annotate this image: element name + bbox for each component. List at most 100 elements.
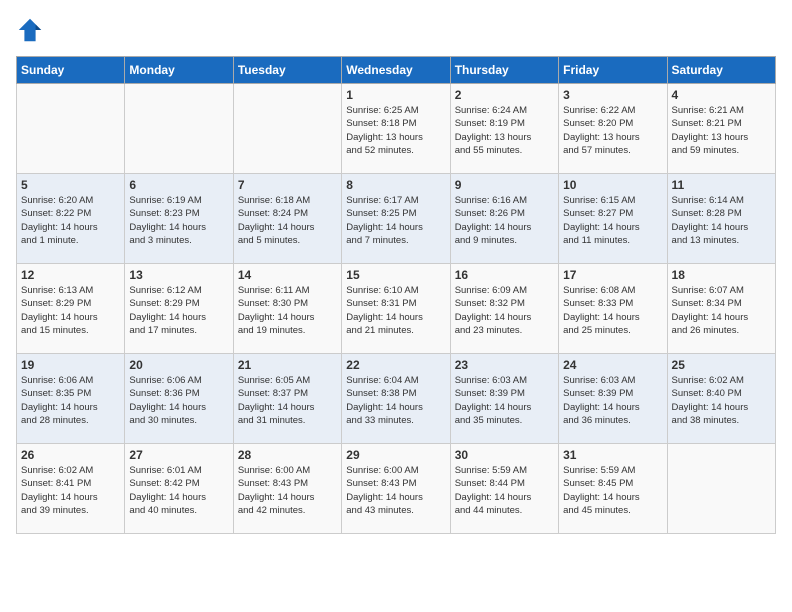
day-number: 7 bbox=[238, 178, 337, 192]
calendar-cell: 22 Sunrise: 6:04 AM Sunset: 8:38 PM Dayli… bbox=[342, 354, 450, 444]
day-info: Sunrise: 6:21 AM Sunset: 8:21 PM Dayligh… bbox=[672, 104, 771, 157]
calendar-cell: 20 Sunrise: 6:06 AM Sunset: 8:36 PM Dayli… bbox=[125, 354, 233, 444]
logo-icon bbox=[16, 16, 44, 44]
day-number: 4 bbox=[672, 88, 771, 102]
calendar-cell: 21 Sunrise: 6:05 AM Sunset: 8:37 PM Dayli… bbox=[233, 354, 341, 444]
weekday-header-monday: Monday bbox=[125, 57, 233, 84]
calendar-cell: 8 Sunrise: 6:17 AM Sunset: 8:25 PM Daylig… bbox=[342, 174, 450, 264]
calendar-cell: 17 Sunrise: 6:08 AM Sunset: 8:33 PM Dayli… bbox=[559, 264, 667, 354]
day-info: Sunrise: 6:08 AM Sunset: 8:33 PM Dayligh… bbox=[563, 284, 662, 337]
day-number: 5 bbox=[21, 178, 120, 192]
day-info: Sunrise: 6:06 AM Sunset: 8:35 PM Dayligh… bbox=[21, 374, 120, 427]
day-number: 2 bbox=[455, 88, 554, 102]
day-number: 27 bbox=[129, 448, 228, 462]
day-info: Sunrise: 6:17 AM Sunset: 8:25 PM Dayligh… bbox=[346, 194, 445, 247]
calendar-cell bbox=[233, 84, 341, 174]
calendar-cell: 12 Sunrise: 6:13 AM Sunset: 8:29 PM Dayli… bbox=[17, 264, 125, 354]
calendar-cell: 15 Sunrise: 6:10 AM Sunset: 8:31 PM Dayli… bbox=[342, 264, 450, 354]
day-number: 29 bbox=[346, 448, 445, 462]
calendar-cell: 29Sunrise: 6:00 AM Sunset: 8:43 PM Dayli… bbox=[342, 444, 450, 534]
calendar-cell bbox=[17, 84, 125, 174]
calendar-cell: 10Sunrise: 6:15 AM Sunset: 8:27 PM Dayli… bbox=[559, 174, 667, 264]
day-info: Sunrise: 6:11 AM Sunset: 8:30 PM Dayligh… bbox=[238, 284, 337, 337]
weekday-header-tuesday: Tuesday bbox=[233, 57, 341, 84]
day-info: Sunrise: 5:59 AM Sunset: 8:45 PM Dayligh… bbox=[563, 464, 662, 517]
day-info: Sunrise: 6:14 AM Sunset: 8:28 PM Dayligh… bbox=[672, 194, 771, 247]
calendar-cell: 26 Sunrise: 6:02 AM Sunset: 8:41 PM Dayli… bbox=[17, 444, 125, 534]
day-info: Sunrise: 6:10 AM Sunset: 8:31 PM Dayligh… bbox=[346, 284, 445, 337]
week-row-4: 19 Sunrise: 6:06 AM Sunset: 8:35 PM Dayli… bbox=[17, 354, 776, 444]
calendar-cell: 19 Sunrise: 6:06 AM Sunset: 8:35 PM Dayli… bbox=[17, 354, 125, 444]
day-info: Sunrise: 6:25 AM Sunset: 8:18 PM Dayligh… bbox=[346, 104, 445, 157]
day-number: 8 bbox=[346, 178, 445, 192]
calendar-cell: 3 Sunrise: 6:22 AM Sunset: 8:20 PM Daylig… bbox=[559, 84, 667, 174]
day-info: Sunrise: 6:03 AM Sunset: 8:39 PM Dayligh… bbox=[563, 374, 662, 427]
day-info: Sunrise: 6:05 AM Sunset: 8:37 PM Dayligh… bbox=[238, 374, 337, 427]
day-info: Sunrise: 6:02 AM Sunset: 8:41 PM Dayligh… bbox=[21, 464, 120, 517]
day-info: Sunrise: 6:09 AM Sunset: 8:32 PM Dayligh… bbox=[455, 284, 554, 337]
day-info: Sunrise: 6:18 AM Sunset: 8:24 PM Dayligh… bbox=[238, 194, 337, 247]
day-number: 20 bbox=[129, 358, 228, 372]
calendar-cell: 2Sunrise: 6:24 AM Sunset: 8:19 PM Daylig… bbox=[450, 84, 558, 174]
day-info: Sunrise: 6:02 AM Sunset: 8:40 PM Dayligh… bbox=[672, 374, 771, 427]
day-number: 22 bbox=[346, 358, 445, 372]
day-info: Sunrise: 6:13 AM Sunset: 8:29 PM Dayligh… bbox=[21, 284, 120, 337]
calendar-cell: 25 Sunrise: 6:02 AM Sunset: 8:40 PM Dayli… bbox=[667, 354, 775, 444]
weekday-header-friday: Friday bbox=[559, 57, 667, 84]
day-number: 3 bbox=[563, 88, 662, 102]
day-info: Sunrise: 6:00 AM Sunset: 8:43 PM Dayligh… bbox=[238, 464, 337, 517]
calendar-cell bbox=[667, 444, 775, 534]
day-number: 18 bbox=[672, 268, 771, 282]
day-info: Sunrise: 6:06 AM Sunset: 8:36 PM Dayligh… bbox=[129, 374, 228, 427]
day-number: 19 bbox=[21, 358, 120, 372]
calendar-cell: 7 Sunrise: 6:18 AM Sunset: 8:24 PM Daylig… bbox=[233, 174, 341, 264]
day-number: 15 bbox=[346, 268, 445, 282]
calendar-cell: 28 Sunrise: 6:00 AM Sunset: 8:43 PM Dayli… bbox=[233, 444, 341, 534]
weekday-header-wednesday: Wednesday bbox=[342, 57, 450, 84]
day-number: 14 bbox=[238, 268, 337, 282]
day-number: 26 bbox=[21, 448, 120, 462]
day-info: Sunrise: 6:22 AM Sunset: 8:20 PM Dayligh… bbox=[563, 104, 662, 157]
day-info: Sunrise: 5:59 AM Sunset: 8:44 PM Dayligh… bbox=[455, 464, 554, 517]
day-info: Sunrise: 6:19 AM Sunset: 8:23 PM Dayligh… bbox=[129, 194, 228, 247]
day-number: 24 bbox=[563, 358, 662, 372]
day-number: 13 bbox=[129, 268, 228, 282]
weekday-header-row: SundayMondayTuesdayWednesdayThursdayFrid… bbox=[17, 57, 776, 84]
calendar-cell: 5 Sunrise: 6:20 AM Sunset: 8:22 PM Daylig… bbox=[17, 174, 125, 264]
day-number: 10 bbox=[563, 178, 662, 192]
weekday-header-saturday: Saturday bbox=[667, 57, 775, 84]
logo bbox=[16, 16, 48, 44]
day-number: 16 bbox=[455, 268, 554, 282]
week-row-1: 1 Sunrise: 6:25 AM Sunset: 8:18 PM Daylig… bbox=[17, 84, 776, 174]
week-row-3: 12 Sunrise: 6:13 AM Sunset: 8:29 PM Dayli… bbox=[17, 264, 776, 354]
calendar-cell: 11 Sunrise: 6:14 AM Sunset: 8:28 PM Dayli… bbox=[667, 174, 775, 264]
day-number: 21 bbox=[238, 358, 337, 372]
day-number: 6 bbox=[129, 178, 228, 192]
calendar-cell: 27 Sunrise: 6:01 AM Sunset: 8:42 PM Dayli… bbox=[125, 444, 233, 534]
day-number: 25 bbox=[672, 358, 771, 372]
day-number: 30 bbox=[455, 448, 554, 462]
weekday-header-thursday: Thursday bbox=[450, 57, 558, 84]
day-info: Sunrise: 6:07 AM Sunset: 8:34 PM Dayligh… bbox=[672, 284, 771, 337]
day-info: Sunrise: 6:20 AM Sunset: 8:22 PM Dayligh… bbox=[21, 194, 120, 247]
day-number: 28 bbox=[238, 448, 337, 462]
day-number: 11 bbox=[672, 178, 771, 192]
day-info: Sunrise: 6:01 AM Sunset: 8:42 PM Dayligh… bbox=[129, 464, 228, 517]
day-number: 23 bbox=[455, 358, 554, 372]
calendar-table: SundayMondayTuesdayWednesdayThursdayFrid… bbox=[16, 56, 776, 534]
day-number: 1 bbox=[346, 88, 445, 102]
day-info: Sunrise: 6:03 AM Sunset: 8:39 PM Dayligh… bbox=[455, 374, 554, 427]
calendar-cell: 4 Sunrise: 6:21 AM Sunset: 8:21 PM Daylig… bbox=[667, 84, 775, 174]
day-number: 31 bbox=[563, 448, 662, 462]
day-number: 17 bbox=[563, 268, 662, 282]
calendar-cell: 9Sunrise: 6:16 AM Sunset: 8:26 PM Daylig… bbox=[450, 174, 558, 264]
day-number: 12 bbox=[21, 268, 120, 282]
calendar-cell: 13Sunrise: 6:12 AM Sunset: 8:29 PM Dayli… bbox=[125, 264, 233, 354]
calendar-cell bbox=[125, 84, 233, 174]
page-header bbox=[16, 16, 776, 44]
day-info: Sunrise: 6:04 AM Sunset: 8:38 PM Dayligh… bbox=[346, 374, 445, 427]
calendar-cell: 24 Sunrise: 6:03 AM Sunset: 8:39 PM Dayli… bbox=[559, 354, 667, 444]
day-number: 9 bbox=[455, 178, 554, 192]
calendar-cell: 31 Sunrise: 5:59 AM Sunset: 8:45 PM Dayli… bbox=[559, 444, 667, 534]
week-row-2: 5 Sunrise: 6:20 AM Sunset: 8:22 PM Daylig… bbox=[17, 174, 776, 264]
